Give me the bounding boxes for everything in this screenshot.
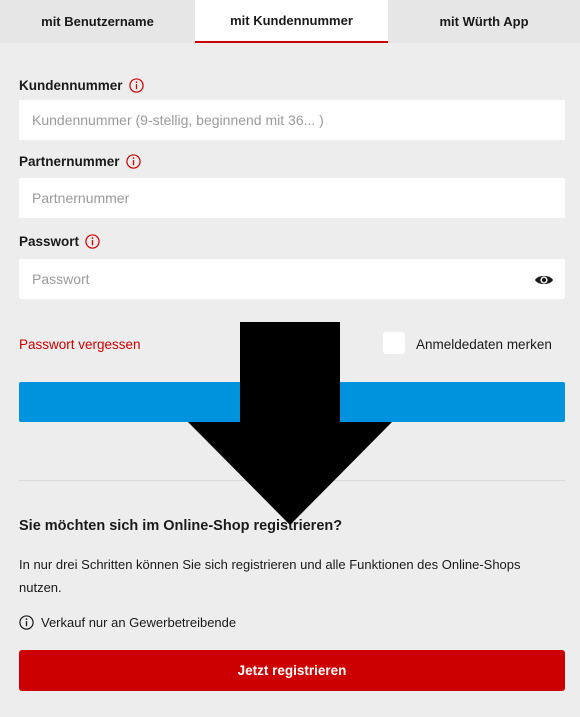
info-icon[interactable] bbox=[85, 234, 100, 249]
login-button[interactable] bbox=[19, 382, 565, 422]
partner-number-input[interactable] bbox=[19, 178, 565, 218]
login-tabs: mit Benutzername mit Kundennummer mit Wü… bbox=[0, 0, 580, 43]
customer-number-label-row: Kundennummer bbox=[19, 78, 144, 93]
divider bbox=[19, 480, 565, 481]
info-icon bbox=[19, 615, 34, 630]
info-icon[interactable] bbox=[128, 78, 144, 93]
password-input[interactable] bbox=[19, 259, 565, 299]
remember-me-checkbox[interactable] bbox=[383, 332, 405, 354]
eye-icon[interactable] bbox=[534, 273, 554, 287]
register-button[interactable]: Jetzt registrieren bbox=[19, 650, 565, 691]
info-icon[interactable] bbox=[125, 154, 141, 169]
registration-text: In nur drei Schritten können Sie sich re… bbox=[19, 557, 521, 595]
tab-wuerth-app[interactable]: mit Würth App bbox=[388, 0, 580, 43]
tab-customer-number[interactable]: mit Kundennummer bbox=[195, 0, 388, 43]
remember-me-label[interactable]: Anmeldedaten merken bbox=[416, 337, 552, 352]
registration-title: Sie möchten sich im Online-Shop registri… bbox=[19, 518, 343, 534]
customer-number-input[interactable] bbox=[19, 100, 565, 140]
forgot-password-link[interactable]: Passwort vergessen bbox=[19, 337, 141, 352]
partner-number-label-row: Partnernummer bbox=[19, 154, 141, 169]
partner-number-label: Partnernummer bbox=[19, 154, 120, 169]
customer-number-label: Kundennummer bbox=[19, 78, 123, 93]
business-notice-text: Verkauf nur an Gewerbetreibende bbox=[41, 615, 237, 630]
password-label-row: Passwort bbox=[19, 234, 100, 249]
tab-username[interactable]: mit Benutzername bbox=[0, 0, 195, 43]
password-label: Passwort bbox=[19, 234, 80, 249]
business-notice: Verkauf nur an Gewerbetreibende bbox=[19, 615, 236, 630]
